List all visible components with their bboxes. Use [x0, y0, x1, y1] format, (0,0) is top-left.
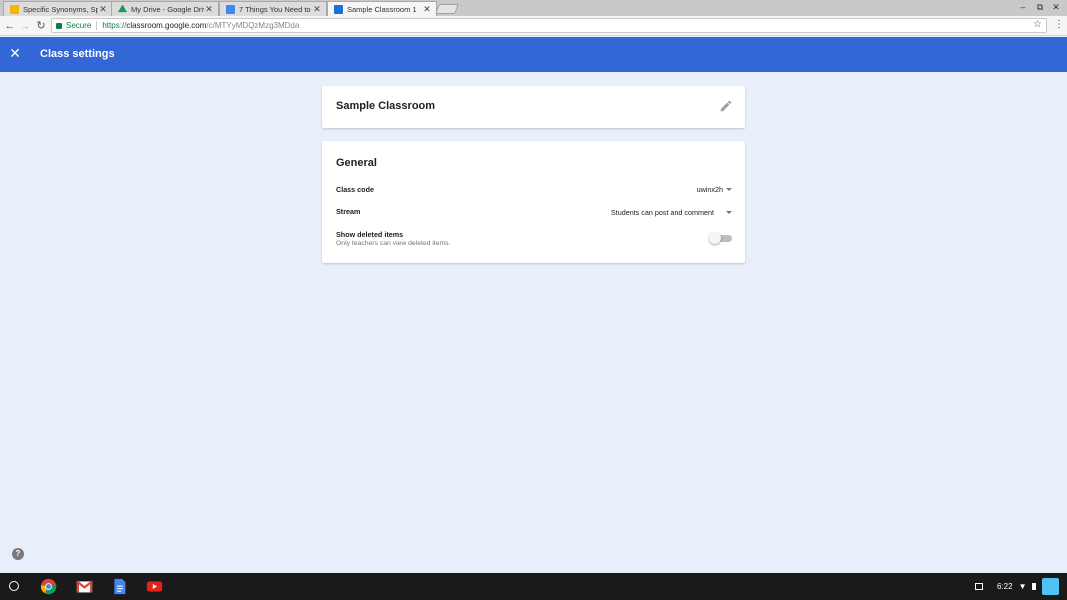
window-close-icon[interactable]: ✕	[1050, 2, 1062, 13]
url-host: classroom.google.com	[126, 21, 207, 30]
general-settings-card: General Class code uwinx2h Stream Studen…	[322, 141, 745, 263]
battery-icon	[1031, 583, 1036, 590]
browser-tab-strip: Specific Synonyms, Spec ✕ My Drive - Goo…	[0, 0, 1067, 16]
stream-dropdown-icon[interactable]	[726, 211, 732, 214]
avatar[interactable]	[1041, 578, 1059, 595]
help-icon[interactable]: ?	[12, 548, 24, 560]
class-code-label: Class code	[336, 185, 374, 194]
url-path: /c/MTYyMDQzMzg3MDda	[206, 21, 300, 30]
youtube-icon[interactable]	[146, 578, 163, 595]
status-area[interactable]: 6:22 ▼	[975, 573, 1059, 600]
app-bar: ✕ Class settings	[0, 37, 1067, 72]
tab-title: 7 Things You Need to K	[239, 4, 312, 14]
class-code-value[interactable]: uwinx2h	[697, 185, 723, 194]
lock-icon	[56, 22, 62, 29]
browser-tab[interactable]: My Drive - Google Drive ✕	[111, 1, 219, 16]
url-scheme: https://	[102, 21, 127, 30]
page-title: Class settings	[40, 48, 115, 60]
tab-title: My Drive - Google Drive	[131, 4, 204, 14]
stream-value[interactable]: Students can post and comment	[611, 208, 714, 217]
show-deleted-label: Show deleted items	[336, 230, 404, 239]
browser-tab[interactable]: Specific Synonyms, Spec ✕	[3, 1, 113, 16]
more-menu-icon[interactable]: ⋮	[1054, 19, 1064, 30]
back-arrow-icon[interactable]: ←	[4, 19, 16, 33]
tab-title: Specific Synonyms, Spec	[23, 4, 98, 14]
close-icon[interactable]: ✕	[8, 45, 22, 62]
class-name: Sample Classroom	[336, 100, 436, 112]
show-deleted-description: Only teachers can view deleted items.	[336, 240, 451, 247]
browser-tab[interactable]: 7 Things You Need to K ✕	[219, 1, 327, 16]
bookmark-star-icon[interactable]: ☆	[1033, 19, 1042, 30]
edit-pencil-icon[interactable]	[719, 99, 733, 113]
close-tab-icon[interactable]: ✕	[204, 4, 214, 15]
google-classroom-favicon-icon	[334, 4, 343, 14]
close-tab-icon[interactable]: ✕	[422, 4, 432, 15]
new-tab-button[interactable]	[435, 4, 459, 14]
wifi-icon: ▼	[1018, 582, 1027, 591]
forward-arrow-icon[interactable]: →	[19, 19, 31, 33]
close-tab-icon[interactable]: ✕	[98, 4, 108, 15]
stream-label: Stream	[336, 207, 361, 216]
secure-label: Secure	[66, 21, 92, 30]
show-deleted-toggle[interactable]	[709, 232, 721, 244]
google-docs-favicon-icon	[226, 4, 235, 14]
gmail-icon[interactable]	[76, 578, 93, 595]
os-shelf: 6:22 ▼	[0, 573, 1067, 600]
google-docs-icon[interactable]	[111, 578, 128, 595]
google-drive-favicon-icon	[118, 4, 127, 13]
class-name-card: Sample Classroom	[322, 86, 745, 128]
screenshot-notification-icon[interactable]	[975, 583, 983, 590]
thesaurus-favicon-icon	[10, 4, 19, 14]
chrome-icon[interactable]	[40, 578, 57, 595]
minimize-icon[interactable]: –	[1017, 2, 1029, 12]
browser-tab-active[interactable]: Sample Classroom 1 ✕	[327, 1, 437, 16]
section-title: General	[336, 157, 377, 169]
divider	[96, 21, 98, 30]
address-bar[interactable]: Secure https:// classroom.google.com /c/…	[51, 18, 1047, 33]
close-tab-icon[interactable]: ✕	[312, 4, 322, 15]
maximize-icon[interactable]: ⧉	[1034, 2, 1046, 13]
class-code-dropdown-icon[interactable]	[726, 188, 732, 191]
clock: 6:22	[997, 582, 1013, 591]
launcher-icon[interactable]	[9, 581, 19, 591]
tab-title: Sample Classroom 1	[347, 4, 417, 14]
browser-toolbar: ← → ↻ Secure https:// classroom.google.c…	[0, 16, 1067, 36]
reload-icon[interactable]: ↻	[35, 19, 47, 33]
